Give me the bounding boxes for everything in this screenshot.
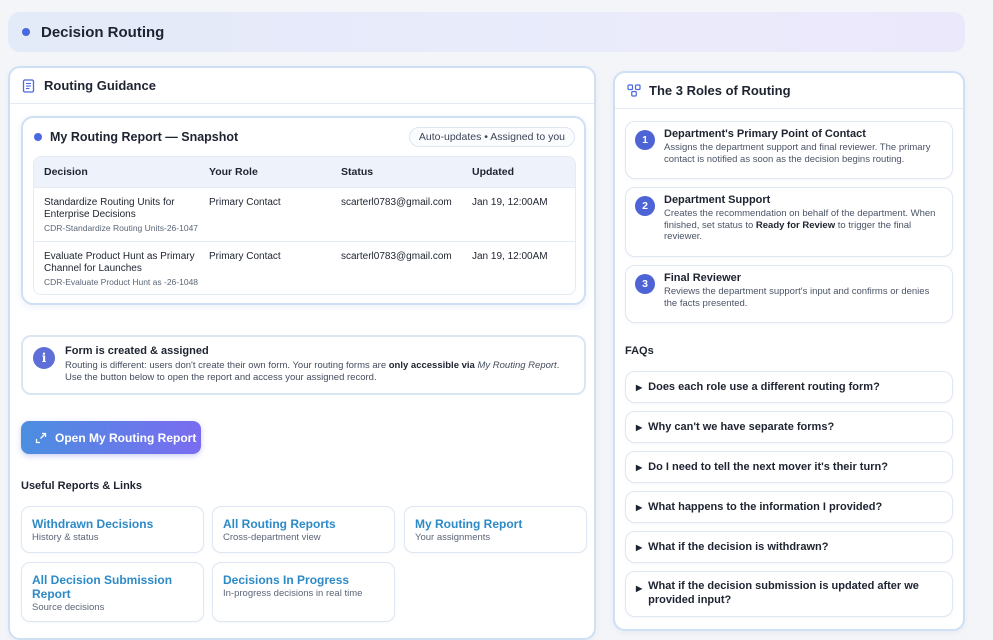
routing-guidance-panel: Routing Guidance My Routing Report — Sna… (8, 66, 596, 640)
cell-role: Primary Contact (209, 251, 281, 262)
link-subtitle: Your assignments (415, 532, 491, 543)
page-header: Decision Routing (8, 12, 965, 52)
role-number-badge: 2 (635, 196, 655, 216)
faq-question: Do I need to tell the next mover it's th… (648, 461, 888, 473)
faqs-title: FAQs (625, 345, 654, 357)
link-withdrawn-decisions[interactable]: Withdrawn Decisions History & status (21, 506, 204, 553)
role-card-primary-contact: 1 Department's Primary Point of Contact … (625, 121, 953, 179)
snapshot-title: My Routing Report — Snapshot (50, 130, 239, 144)
routing-table: Decision Your Role Status Updated Standa… (33, 156, 576, 295)
caret-right-icon: ▶ (636, 502, 643, 512)
decision-name: Evaluate Product Hunt as Primary Channel… (44, 251, 195, 274)
document-icon (22, 78, 36, 93)
link-title: All Routing Reports (223, 517, 336, 531)
cell-role: Primary Contact (209, 197, 281, 208)
caret-right-icon: ▶ (636, 422, 643, 432)
faq-item[interactable]: ▶ What if the decision is withdrawn? (625, 531, 953, 563)
caret-right-icon: ▶ (636, 542, 643, 552)
col-status: Status (341, 166, 374, 178)
hierarchy-icon (627, 83, 641, 98)
role-title: Department Support (664, 194, 771, 206)
faq-item[interactable]: ▶ Why can't we have separate forms? (625, 411, 953, 443)
caret-right-icon: ▶ (636, 584, 643, 593)
link-subtitle: History & status (32, 532, 99, 543)
role-body: Creates the recommendation on behalf of … (664, 208, 942, 243)
cell-updated: Jan 19, 12:00AM (472, 197, 548, 208)
cell-status: scarterl0783@gmail.com (341, 197, 452, 208)
link-subtitle: Cross-department view (223, 532, 321, 543)
role-body: Reviews the department support's input a… (664, 286, 930, 309)
roles-header: The 3 Roles of Routing (615, 73, 963, 109)
decision-id: CDR-Standardize Routing Units-26-1047 (44, 223, 199, 233)
role-number-badge: 1 (635, 130, 655, 150)
info-callout: i Form is created & assigned Routing is … (21, 335, 586, 395)
snapshot-dot-icon (34, 133, 42, 141)
link-all-routing-reports[interactable]: All Routing Reports Cross-department vie… (212, 506, 395, 553)
faq-item[interactable]: ▶ What happens to the information I prov… (625, 491, 953, 523)
link-subtitle: In-progress decisions in real time (223, 588, 363, 599)
info-body-strong: only accessible via (388, 360, 475, 371)
role-card-department-support: 2 Department Support Creates the recomme… (625, 187, 953, 257)
snapshot-card: My Routing Report — Snapshot Auto-update… (21, 116, 586, 305)
faq-item[interactable]: ▶ Does each role use a different routing… (625, 371, 953, 403)
external-link-icon (35, 432, 47, 444)
faq-question: What if the decision is withdrawn? (648, 541, 829, 553)
faq-question: What happens to the information I provid… (648, 501, 883, 513)
link-my-routing-report[interactable]: My Routing Report Your assignments (404, 506, 587, 553)
info-body: Routing is different: users don't create… (65, 360, 574, 384)
info-title: Form is created & assigned (65, 345, 209, 357)
link-title: My Routing Report (415, 517, 523, 531)
col-role: Your Role (209, 166, 258, 178)
role-title: Final Reviewer (664, 272, 742, 284)
header-dot-icon (22, 28, 30, 36)
role-body-strong: Ready for Review (755, 219, 836, 231)
decision-name: Standardize Routing Units for Enterprise… (44, 197, 175, 220)
cell-updated: Jan 19, 12:00AM (472, 251, 548, 262)
page-title: Decision Routing (41, 23, 165, 41)
role-card-final-reviewer: 3 Final Reviewer Reviews the department … (625, 265, 953, 323)
link-decisions-in-progress[interactable]: Decisions In Progress In-progress decisi… (212, 562, 395, 622)
snapshot-header: My Routing Report — Snapshot Auto-update… (23, 118, 584, 156)
cell-decision: Standardize Routing Units for Enterprise… (34, 197, 209, 241)
info-body-text: Routing is different: users don't create… (65, 360, 389, 371)
roles-title: The 3 Roles of Routing (649, 83, 791, 98)
cell-status: scarterl0783@gmail.com (341, 251, 452, 262)
decision-id: CDR-Evaluate Product Hunt as -26-1048 (44, 277, 199, 287)
table-row[interactable]: Standardize Routing Units for Enterprise… (34, 187, 575, 241)
table-header: Decision Your Role Status Updated (34, 157, 575, 187)
caret-right-icon: ▶ (636, 382, 643, 392)
faq-item[interactable]: ▶ What if the decision submission is upd… (625, 571, 953, 617)
link-subtitle: Source decisions (32, 602, 105, 613)
faq-question: Why can't we have separate forms? (648, 421, 835, 433)
faq-item[interactable]: ▶ Do I need to tell the next mover it's … (625, 451, 953, 483)
routing-guidance-header: Routing Guidance (10, 68, 594, 104)
link-all-decision-submission-report[interactable]: All Decision Submission Report Source de… (21, 562, 204, 622)
link-title: All Decision Submission Report (32, 573, 173, 601)
info-body-em: My Routing Report (477, 360, 557, 371)
routing-guidance-title: Routing Guidance (44, 78, 156, 93)
role-body: Assigns the department support and final… (664, 142, 931, 165)
open-routing-report-label: Open My Routing Report (55, 430, 197, 445)
link-title: Withdrawn Decisions (32, 517, 154, 531)
info-icon: i (33, 347, 55, 369)
open-routing-report-button[interactable]: Open My Routing Report (21, 421, 201, 454)
roles-panel: The 3 Roles of Routing 1 Department's Pr… (613, 71, 965, 631)
cell-decision: Evaluate Product Hunt as Primary Channel… (34, 251, 209, 294)
table-row[interactable]: Evaluate Product Hunt as Primary Channel… (34, 241, 575, 294)
faq-question: What if the decision submission is updat… (648, 580, 919, 606)
col-updated: Updated (472, 166, 514, 178)
role-title: Department's Primary Point of Contact (664, 128, 866, 140)
useful-links-title: Useful Reports & Links (21, 480, 143, 492)
faq-question: Does each role use a different routing f… (648, 381, 880, 393)
auto-update-badge: Auto-updates • Assigned to you (408, 127, 575, 147)
link-title: Decisions In Progress (223, 573, 350, 587)
role-number-badge: 3 (635, 274, 655, 294)
col-decision: Decision (44, 166, 88, 178)
caret-right-icon: ▶ (636, 462, 643, 472)
